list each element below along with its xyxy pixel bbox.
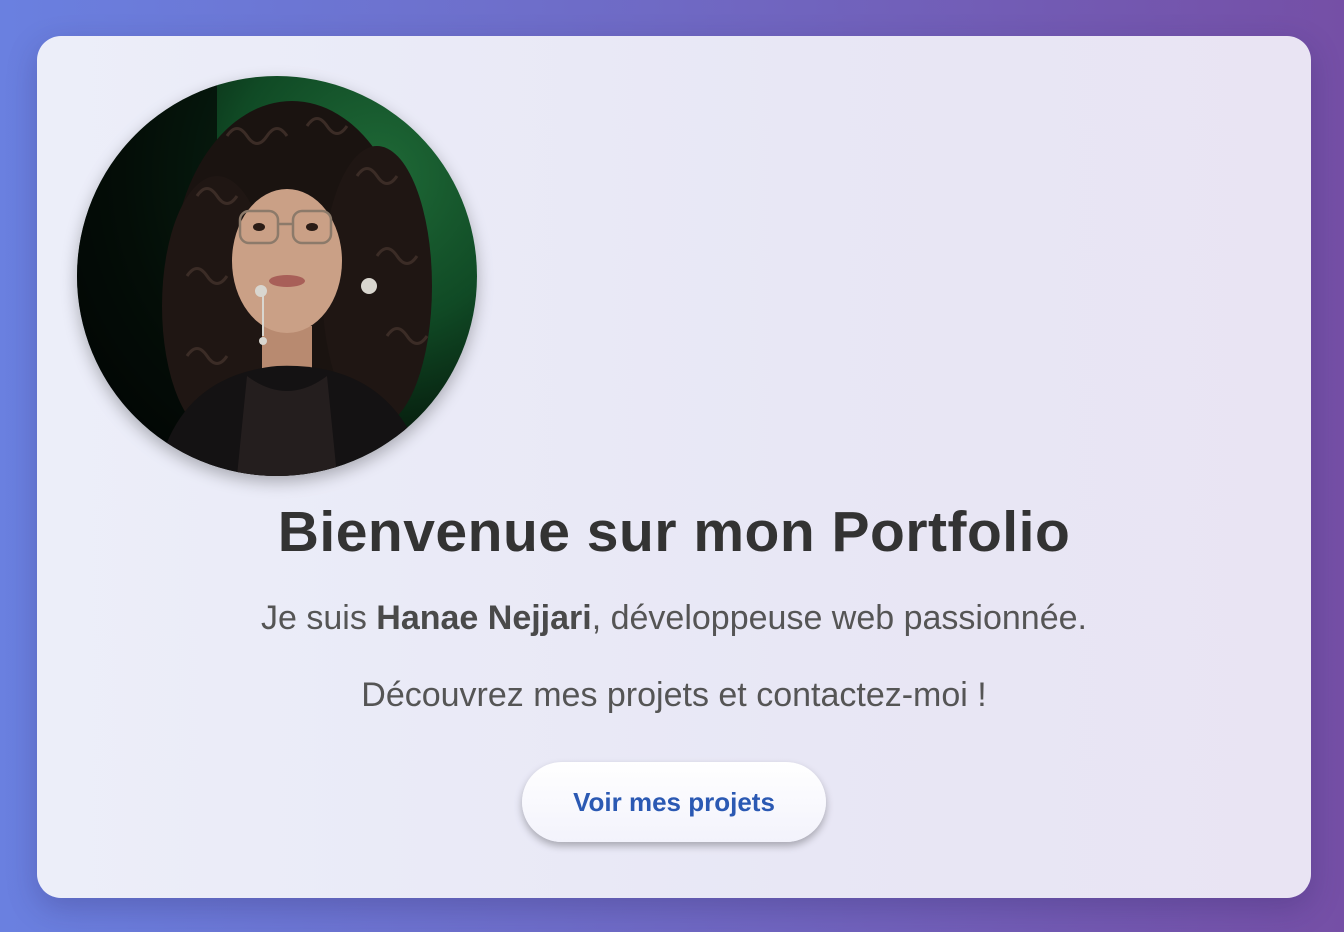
- profile-photo-illustration: [77, 76, 432, 476]
- view-projects-button[interactable]: Voir mes projets: [522, 762, 826, 842]
- profile-photo: [77, 76, 477, 476]
- intro-prefix: Je suis: [261, 599, 377, 637]
- page-title: Bienvenue sur mon Portfolio: [277, 500, 1071, 564]
- intro-suffix: , développeuse web passionnée.: [591, 599, 1087, 637]
- call-to-action-text: Découvrez mes projets et contactez-moi !: [361, 676, 987, 714]
- intro-text: Je suis Hanae Nejjari, développeuse web …: [37, 596, 1311, 640]
- hero-card: Bienvenue sur mon Portfolio Je suis Hana…: [37, 36, 1311, 898]
- owner-name: Hanae Nejjari: [376, 599, 592, 637]
